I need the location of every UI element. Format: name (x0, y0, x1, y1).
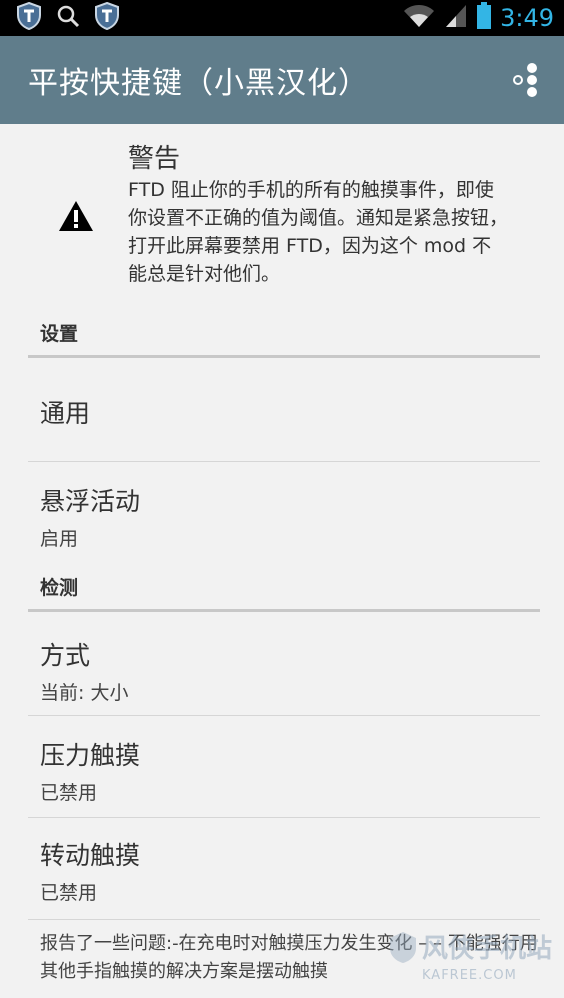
watermark-logo-icon (388, 930, 418, 968)
pref-pressure-touch[interactable]: 压力触摸 已禁用 (28, 716, 540, 818)
signal-icon (444, 3, 468, 33)
pref-summary: 已禁用 (40, 782, 98, 804)
pref-title: 转动触摸 (40, 841, 141, 870)
pref-title: 悬浮活动 (40, 487, 141, 516)
pref-general[interactable]: 通用 (28, 358, 540, 462)
pref-rotation-touch[interactable]: 转动触摸 已禁用 (28, 818, 540, 920)
pref-summary: 启用 (40, 528, 79, 550)
watermark-text: 风侠手机站 (422, 934, 553, 964)
preferences-list: 警告 FTD 阻止你的手机的所有的触摸事件，即使你设置不正确的值为阈值。通知是紧… (0, 124, 564, 986)
pref-summary: 当前: 大小 (40, 682, 129, 704)
pref-title: 方式 (40, 641, 91, 670)
watermark: 风侠手机站 KAFREE.COM (388, 928, 558, 992)
wifi-icon (402, 3, 436, 33)
pref-method[interactable]: 方式 当前: 大小 (28, 612, 540, 716)
section-header-detection: 检测 (28, 560, 540, 612)
pref-title: 压力触摸 (40, 741, 141, 770)
shield-icon (94, 1, 120, 34)
warning-title: 警告 (128, 144, 181, 174)
page-title: 平按快捷键（小黑汉化） (28, 66, 369, 101)
watermark-sub: KAFREE.COM (422, 968, 517, 983)
warning-preference: 警告 FTD 阻止你的手机的所有的触摸事件，即使你设置不正确的值为阈值。通知是紧… (0, 124, 564, 314)
app-bar: 平按快捷键（小黑汉化） (0, 36, 564, 124)
warning-text: FTD 阻止你的手机的所有的触摸事件，即使你设置不正确的值为阈值。通知是紧急按钮… (128, 179, 509, 285)
pref-summary: 已禁用 (40, 882, 98, 904)
overflow-menu-icon[interactable] (512, 60, 542, 100)
pref-floating-activity[interactable]: 悬浮活动 启用 (28, 462, 540, 560)
clock: 3:49 (500, 4, 554, 32)
shield-icon (16, 1, 42, 34)
warning-icon (58, 200, 94, 236)
battery-icon (476, 2, 492, 34)
search-icon (56, 4, 80, 32)
pref-title: 通用 (40, 399, 91, 428)
status-bar: 3:49 (0, 0, 564, 36)
section-header-settings: 设置 (28, 314, 540, 358)
